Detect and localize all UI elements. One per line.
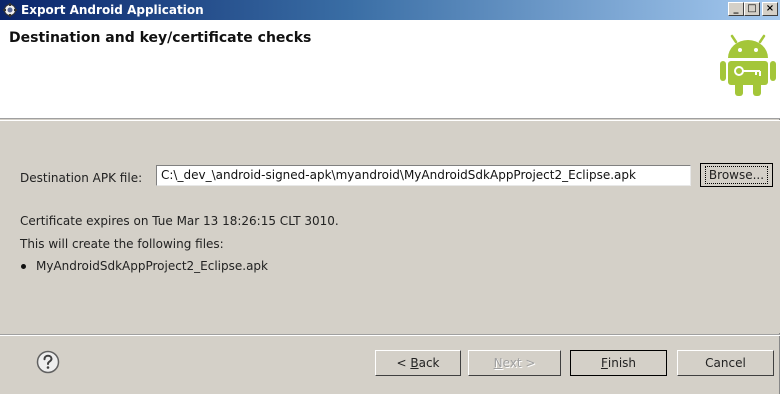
help-icon[interactable]: [36, 350, 60, 374]
list-item: MyAndroidSdkAppProject2_Eclipse.apk: [20, 259, 268, 273]
browse-button[interactable]: Browse...: [700, 163, 773, 187]
back-mnemonic: B: [410, 356, 419, 370]
back-button[interactable]: < Back: [375, 350, 461, 376]
cancel-label: Cancel: [705, 356, 746, 370]
bullet-icon: [21, 263, 26, 269]
close-button[interactable]: ×: [762, 2, 778, 16]
minimize-button[interactable]: _: [728, 2, 744, 16]
finish-label-rest: inish: [607, 356, 637, 370]
next-button[interactable]: Next >: [468, 350, 561, 376]
cancel-button[interactable]: Cancel: [677, 350, 774, 376]
close-icon: ×: [765, 3, 775, 14]
maximize-icon: □: [747, 3, 757, 14]
browse-button-label: Browse...: [704, 166, 769, 184]
next-mnemonic: N: [493, 356, 503, 370]
finish-mnemonic: F: [600, 356, 608, 370]
file-name: MyAndroidSdkAppProject2_Eclipse.apk: [36, 259, 269, 273]
title-bar[interactable]: Export Android Application _ □ ×: [0, 0, 780, 20]
maximize-button[interactable]: □: [744, 2, 760, 16]
certificate-expiry-text: Certificate expires on Tue Mar 13 18:26:…: [20, 214, 339, 228]
files-intro-text: This will create the following files:: [20, 237, 224, 251]
minimize-icon: _: [733, 3, 739, 14]
back-prefix: <: [396, 356, 411, 370]
export-dialog-window: Export Android Application _ □ × Destina…: [0, 0, 780, 394]
destination-apk-input[interactable]: C:\_dev_\android-signed-apk\myandroid\My…: [156, 165, 691, 186]
back-label-rest: ack: [418, 356, 440, 370]
window-controls: _ □ ×: [726, 2, 778, 16]
wizard-header: Destination and key/certificate checks: [0, 20, 780, 119]
window-title: Export Android Application: [21, 3, 204, 17]
android-export-icon: [720, 34, 776, 98]
footer-separator-highlight: [0, 335, 780, 336]
next-label-rest: ext >: [502, 356, 536, 370]
finish-button[interactable]: Finish: [570, 350, 667, 376]
eclipse-gear-icon: [3, 3, 17, 17]
page-title: Destination and key/certificate checks: [9, 30, 312, 46]
destination-apk-label: Destination APK file:: [20, 171, 143, 185]
